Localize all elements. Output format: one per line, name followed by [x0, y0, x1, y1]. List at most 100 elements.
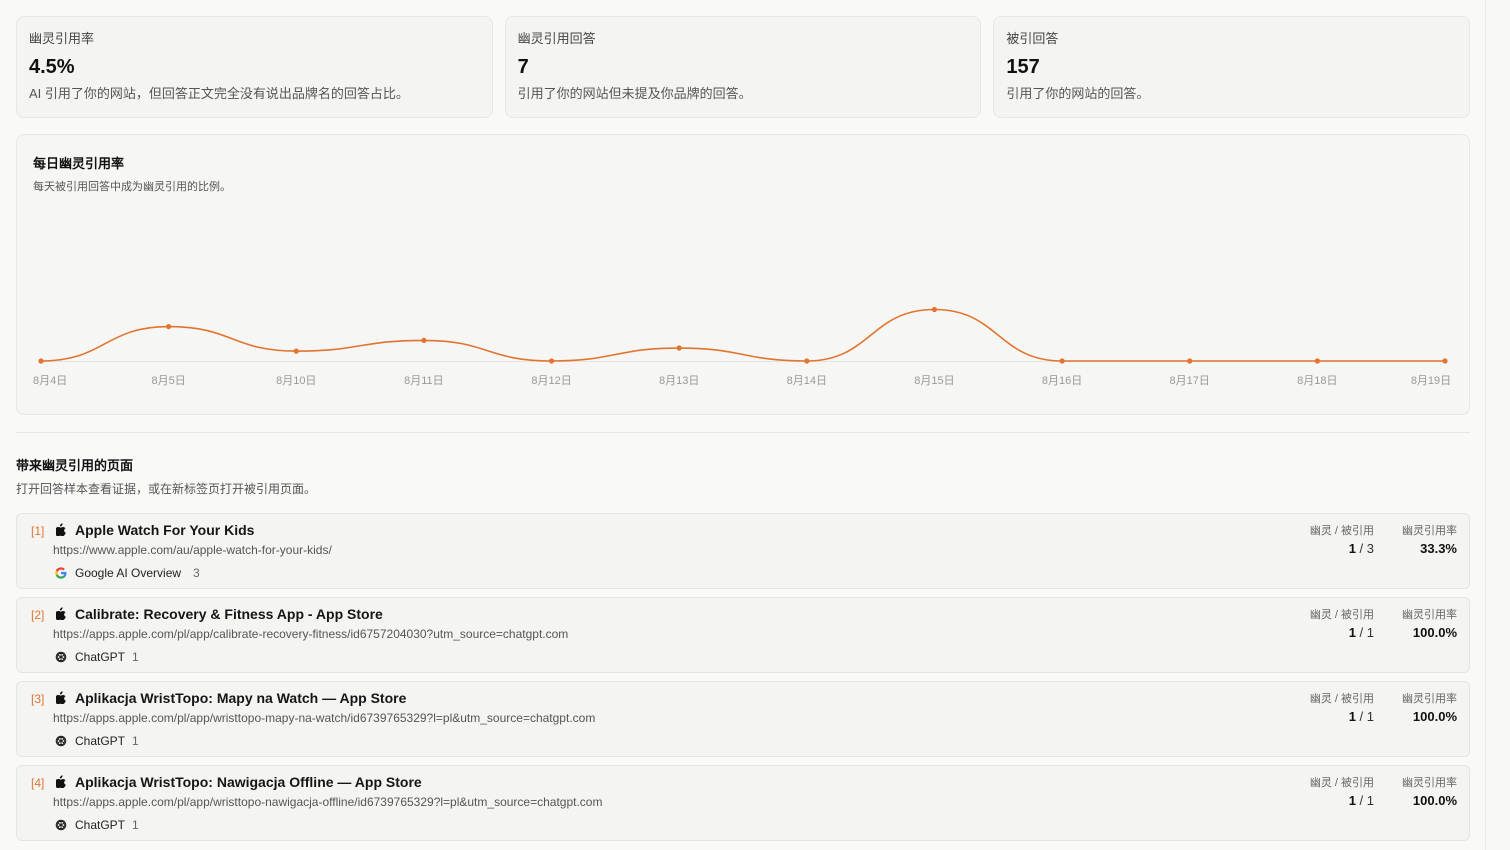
x-tick-label: 8月5日: [152, 375, 186, 387]
row-ghost-cited-ratio: 1 / 1: [1348, 793, 1374, 808]
col-ghost-cited-label: 幽灵 / 被引用: [1309, 777, 1374, 789]
x-tick-label: 8月16日: [1042, 375, 1082, 387]
row-title[interactable]: Aplikacja WristTopo: Mapy na Watch — App…: [75, 690, 406, 706]
data-point[interactable]: [421, 337, 427, 343]
chart-title: 每日幽灵引用率: [33, 156, 125, 171]
row-ghost-rate: 33.3%: [1420, 541, 1457, 556]
row-title[interactable]: Aplikacja WristTopo: Nawigacja Offline —…: [75, 774, 422, 790]
apple-icon: [56, 607, 66, 620]
row-source: ChatGPT: [75, 818, 126, 832]
row-source: ChatGPT: [75, 650, 126, 664]
row-index: [3]: [31, 692, 45, 706]
chatgpt-icon: [55, 819, 67, 831]
row-ghost-cited-ratio: 1 / 1: [1348, 709, 1374, 724]
x-tick-label: 8月13日: [659, 375, 699, 387]
col-ghost-cited-label: 幽灵 / 被引用: [1309, 525, 1374, 537]
list-item[interactable]: [3] Aplikacja WristTopo: Mapy na Watch —…: [16, 681, 1470, 757]
apple-icon: [56, 691, 66, 704]
apple-icon: [56, 775, 66, 788]
data-point[interactable]: [1187, 358, 1193, 364]
data-point[interactable]: [676, 345, 682, 351]
data-point[interactable]: [548, 358, 555, 364]
row-url[interactable]: https://www.apple.com/au/apple-watch-for…: [53, 543, 332, 557]
list-item[interactable]: [4] Aplikacja WristTopo: Nawigacja Offli…: [16, 765, 1470, 841]
row-source-count: 1: [132, 734, 139, 748]
x-tick-label: 8月19日: [1411, 375, 1451, 387]
row-title[interactable]: Calibrate: Recovery & Fitness App - App …: [75, 606, 383, 622]
row-index: [1]: [31, 524, 45, 538]
col-ghost-cited-label: 幽灵 / 被引用: [1309, 693, 1374, 705]
x-tick-label: 8月4日: [33, 375, 67, 387]
x-tick-label: 8月18日: [1297, 375, 1337, 387]
row-source-count: 3: [193, 566, 200, 580]
row-title[interactable]: Apple Watch For Your Kids: [75, 522, 254, 538]
row-ghost-rate: 100.0%: [1412, 793, 1457, 808]
stat-label: 幽灵引用回答: [517, 31, 596, 46]
row-ghost-count: 1: [1348, 709, 1356, 724]
page: 幽灵引用率 4.5% AI 引用了你的网站，但回答正文完全没有说出品牌名的回答占…: [0, 0, 1486, 850]
row-ghost-count: 1: [1348, 793, 1356, 808]
x-tick-label: 8月10日: [276, 375, 316, 387]
list-item[interactable]: [1] Apple Watch For Your Kids https://ww…: [16, 513, 1470, 589]
row-url[interactable]: https://apps.apple.com/pl/app/calibrate-…: [53, 627, 568, 641]
data-point[interactable]: [1442, 358, 1448, 364]
data-point[interactable]: [931, 306, 938, 313]
apple-icon: [56, 523, 66, 536]
row-cited-count: 1: [1366, 625, 1374, 640]
chart-subtitle: 每天被引用回答中成为幽灵引用的比例。: [33, 181, 231, 193]
stat-value: 4.5%: [29, 56, 75, 78]
stats-row: 幽灵引用率 4.5% AI 引用了你的网站，但回答正文完全没有说出品牌名的回答占…: [16, 16, 1471, 118]
row-ghost-rate: 100.0%: [1412, 709, 1457, 724]
ghost-pages-list: [1] Apple Watch For Your Kids https://ww…: [16, 513, 1470, 849]
stat-card-cited-answers: 被引回答 157 引用了你的网站的回答。: [993, 16, 1471, 118]
col-ghost-rate-label: 幽灵引用率: [1402, 525, 1457, 537]
daily-ghost-rate-chart: 8月4日 8月5日 8月10日 8月11日 8月12日 8月13日 8月14日 8月15日 8月…: [33, 306, 1451, 387]
stat-label: 被引回答: [1006, 31, 1059, 46]
row-ghost-cited-ratio: 1 / 3: [1348, 541, 1374, 556]
stat-value: 7: [517, 56, 529, 78]
row-source: Google AI Overview: [75, 566, 182, 580]
chatgpt-icon: [55, 651, 67, 663]
pages-section-subtitle: 打开回答样本查看证据，或在新标签页打开被引用页面。: [16, 482, 317, 496]
data-point[interactable]: [1059, 358, 1065, 364]
data-point[interactable]: [1314, 358, 1320, 364]
col-ghost-rate-label: 幽灵引用率: [1402, 777, 1457, 789]
row-source: ChatGPT: [75, 734, 126, 748]
pages-section-title: 带来幽灵引用的页面: [16, 458, 134, 473]
row-ghost-rate: 100.0%: [1412, 625, 1457, 640]
row-index: [4]: [31, 776, 45, 790]
daily-ghost-rate-chart-card: 8月4日 8月5日 8月10日 8月11日 8月12日 8月13日 8月14日 8月15日 8月…: [16, 134, 1470, 415]
row-source-count: 1: [132, 650, 139, 664]
stat-label: 幽灵引用率: [29, 31, 95, 46]
row-url[interactable]: https://apps.apple.com/pl/app/wristtopo-…: [53, 795, 602, 809]
x-tick-label: 8月17日: [1170, 375, 1210, 387]
row-ghost-count: 1: [1348, 541, 1356, 556]
section-divider: [16, 432, 1470, 433]
x-tick-label: 8月15日: [914, 375, 954, 387]
data-point[interactable]: [166, 323, 172, 330]
x-tick-label: 8月12日: [531, 375, 571, 387]
stat-desc: 引用了你的网站但未提及你品牌的回答。: [517, 86, 752, 101]
series-line: [40, 308, 1445, 362]
col-ghost-cited-label: 幽灵 / 被引用: [1309, 609, 1374, 621]
col-ghost-rate-label: 幽灵引用率: [1402, 693, 1457, 705]
col-ghost-rate-label: 幽灵引用率: [1402, 609, 1457, 621]
row-url[interactable]: https://apps.apple.com/pl/app/wristtopo-…: [53, 711, 595, 725]
stat-card-ghost-rate: 幽灵引用率 4.5% AI 引用了你的网站，但回答正文完全没有说出品牌名的回答占…: [16, 16, 493, 118]
data-point[interactable]: [38, 358, 44, 364]
stat-value: 157: [1006, 56, 1040, 78]
row-source-count: 1: [132, 818, 139, 832]
x-tick-label: 8月11日: [404, 375, 444, 387]
chatgpt-icon: [55, 735, 67, 747]
data-point[interactable]: [804, 358, 810, 364]
google-icon: [55, 567, 67, 579]
list-item[interactable]: [2] Calibrate: Recovery & Fitness App - …: [16, 597, 1470, 673]
data-point[interactable]: [293, 348, 299, 354]
row-ghost-cited-ratio: 1 / 1: [1348, 625, 1374, 640]
stat-desc: 引用了你的网站的回答。: [1006, 86, 1150, 101]
stat-desc: AI 引用了你的网站，但回答正文完全没有说出品牌名的回答占比。: [29, 86, 409, 101]
row-cited-count: 1: [1366, 709, 1374, 724]
x-tick-label: 8月14日: [787, 375, 827, 387]
row-ghost-count: 1: [1348, 625, 1356, 640]
row-index: [2]: [31, 608, 45, 622]
